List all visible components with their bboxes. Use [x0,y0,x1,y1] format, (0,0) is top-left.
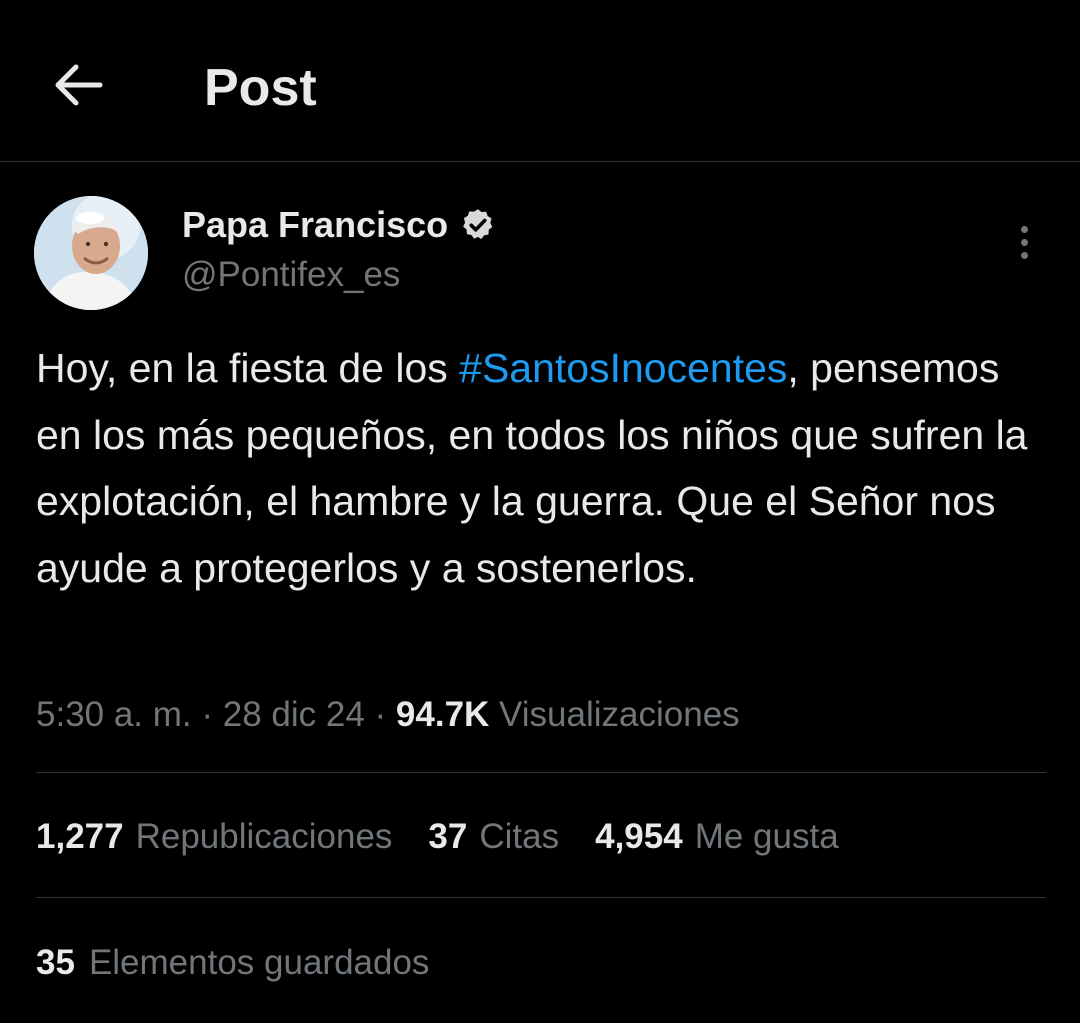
likes-label: Me gusta [694,817,839,856]
views-label: Visualizaciones [489,695,740,734]
more-vertical-icon-dot [1020,225,1028,233]
likes-count: 4,954 [595,817,683,856]
avatar[interactable] [34,196,148,310]
divider [36,897,1046,898]
views-count: 94.7K [395,695,490,734]
reposts-stat[interactable]: 1,277 Republicaciones [36,812,392,862]
bookmarks-count: 35 [36,943,75,982]
author-handle[interactable]: @Pontifex_es [182,253,400,297]
post-text-start: Hoy, en la fiesta de los [36,345,460,391]
post-date[interactable]: 28 dic 24 [223,695,365,734]
post-text: Hoy, en la fiesta de los #SantosInocente… [36,335,1046,601]
more-vertical-icon-dot [1020,238,1028,246]
more-options-button[interactable] [1004,220,1044,264]
hashtag-link[interactable]: #SantosInocentes [459,345,787,391]
top-bar: Post [0,0,1080,162]
meta-separator: · [364,695,396,734]
reposts-label: Republicaciones [135,817,393,856]
divider [36,772,1046,773]
post-time[interactable]: 5:30 a. m. [36,695,192,734]
author-name[interactable]: Papa Francisco [182,203,496,247]
arrow-left-icon [55,64,103,106]
author-name-text: Papa Francisco [182,204,449,245]
likes-stat[interactable]: 4,954 Me gusta [595,812,839,862]
profile-photo [34,196,148,310]
bookmarks-stat[interactable]: 35 Elementos guardados [36,938,429,988]
back-button[interactable] [48,55,108,115]
more-vertical-icon-dot [1020,251,1028,259]
quotes-count: 37 [428,817,468,856]
quotes-label: Citas [479,817,560,856]
verified-badge-icon [463,209,493,240]
reposts-count: 1,277 [36,817,124,856]
bookmarks-label: Elementos guardados [88,943,430,982]
post-stats: 1,277 Republicaciones 37 Citas 4,954 Me gus… [36,812,875,862]
meta-separator: · [191,695,223,734]
post-meta: 5:30 a. m. · 28 dic 24 · 94.7K Visualiza… [36,690,740,740]
page-title: Post [204,59,317,117]
quotes-stat[interactable]: 37 Citas [428,812,559,862]
